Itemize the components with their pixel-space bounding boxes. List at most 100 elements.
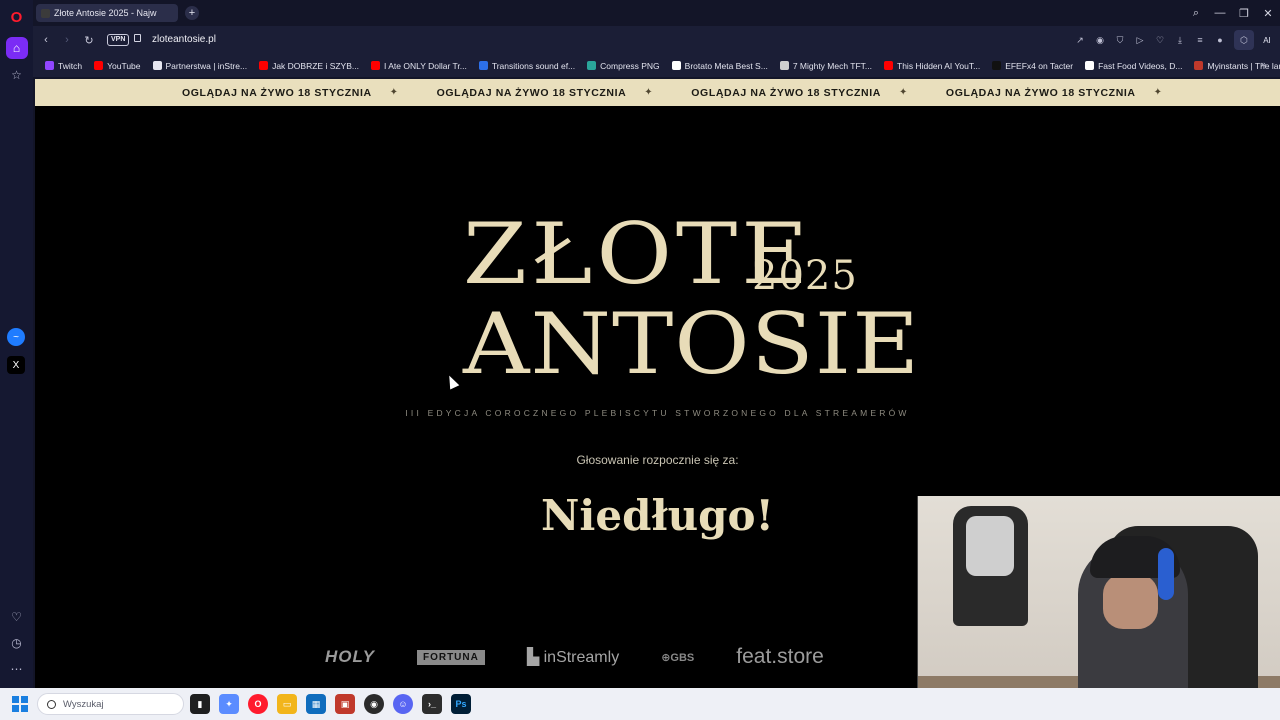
- bookmark-item[interactable]: Myinstants | The lar...: [1194, 61, 1280, 71]
- download-icon[interactable]: ⤓: [1170, 30, 1190, 50]
- photoshop-icon[interactable]: Ps: [451, 694, 471, 714]
- webcam-overlay: [917, 496, 1280, 720]
- sponsor-gbs-logo[interactable]: ⊕GBS: [661, 651, 694, 664]
- address-input[interactable]: zloteantosie.pl: [152, 34, 216, 45]
- heart-icon[interactable]: ♡: [6, 606, 28, 628]
- myinstants-icon: [1194, 61, 1204, 70]
- taskbar-apps: ▮ ✦ O ▭ ▦ ▣ ◉ ☺ ›_ Ps: [190, 693, 471, 715]
- compress-png-icon: [587, 61, 597, 70]
- lock-icon[interactable]: [134, 34, 141, 42]
- minimize-icon[interactable]: —: [1208, 0, 1232, 26]
- bookmark-label: Jak DOBRZE i SZYB...: [272, 60, 359, 71]
- vpn-badge[interactable]: VPN: [107, 34, 130, 46]
- obs-icon[interactable]: ◉: [364, 694, 384, 714]
- messenger-icon[interactable]: ~: [7, 328, 25, 346]
- close-icon[interactable]: ✕: [1256, 0, 1280, 26]
- ticker-item: OGLĄDAJ NA ŻYWO 18 STYCZNIA ✦: [946, 87, 1201, 99]
- search-tabs-icon[interactable]: ⌕: [1184, 0, 1208, 26]
- extension-icon[interactable]: ⬡: [1234, 30, 1254, 50]
- bookmark-label: Twitch: [58, 60, 83, 71]
- reload-icon[interactable]: ↻: [81, 32, 97, 48]
- app-icon[interactable]: ▣: [335, 694, 355, 714]
- tacter-icon: [992, 61, 1002, 70]
- bookmark-item[interactable]: Partnerstwa | inStre...: [152, 61, 247, 71]
- windows-start-icon[interactable]: [12, 696, 28, 712]
- copilot-icon[interactable]: ✦: [219, 694, 239, 714]
- ticker-item: OGLĄDAJ NA ŻYWO 18 STYCZNIA ✦: [691, 87, 946, 99]
- microsoft-store-icon[interactable]: ▦: [306, 694, 326, 714]
- event-logo: ZŁOTE 2025 ANTOSIE: [455, 212, 919, 392]
- sparkle-icon: ✦: [898, 87, 908, 98]
- ticker-text: OGLĄDAJ NA ŻYWO 18 STYCZNIA: [182, 86, 372, 99]
- sponsor-featstore-logo[interactable]: feat.store: [736, 645, 824, 669]
- youtube-icon: [94, 61, 104, 70]
- bookmark-item[interactable]: Jak DOBRZE i SZYB...: [259, 61, 359, 71]
- shield-icon[interactable]: ⛉: [1110, 30, 1130, 50]
- bookmark-label: Fast Food Videos, D...: [1098, 60, 1183, 71]
- webcam-face: [1103, 574, 1158, 629]
- bookmark-item[interactable]: I Ate ONLY Dollar Tr...: [370, 61, 467, 71]
- event-subtitle: III EDYCJA COROCZNEGO PLEBISCYTU STWORZO…: [405, 408, 910, 418]
- brotato-icon: [671, 61, 681, 70]
- bookmark-label: EFEFx4 on Tacter: [1005, 60, 1074, 71]
- page-icon: [152, 61, 162, 70]
- search-placeholder: Wyszukaj: [63, 698, 104, 710]
- aria-ai-button[interactable]: AI: [1254, 30, 1280, 50]
- player-icon[interactable]: ▷: [1130, 30, 1150, 50]
- ticker-text: OGLĄDAJ NA ŻYWO 18 STYCZNIA: [945, 86, 1136, 99]
- forward-icon[interactable]: ›: [59, 32, 75, 48]
- tft-icon: [779, 61, 789, 70]
- youtube-icon: [259, 61, 269, 70]
- history-icon[interactable]: ◷: [6, 632, 28, 654]
- bookmark-item[interactable]: Compress PNG: [587, 61, 660, 71]
- bookmark-item[interactable]: YouTube: [94, 61, 141, 71]
- bookmark-item[interactable]: This Hidden AI YouT...: [884, 61, 980, 71]
- youtube-icon: [370, 61, 380, 70]
- sponsor-fortuna-logo[interactable]: FORTUNA: [416, 649, 485, 665]
- tab-title: Złote Antosie 2025 - Najw: [54, 8, 157, 18]
- task-view-icon[interactable]: ▮: [190, 694, 210, 714]
- discord-icon[interactable]: ☺: [393, 694, 413, 714]
- twitch-icon: [45, 61, 54, 70]
- sponsor-holy-logo[interactable]: HOLY: [325, 647, 375, 667]
- home-icon[interactable]: ⌂: [5, 37, 28, 59]
- profile-icon[interactable]: ●: [1210, 30, 1230, 50]
- share-icon[interactable]: ↗: [1070, 30, 1090, 50]
- ticker-text: OGLĄDAJ NA ŻYWO 18 STYCZNIA: [436, 86, 627, 99]
- sparkle-icon: ✦: [389, 87, 399, 98]
- bookmark-label: Transitions sound ef...: [491, 60, 576, 71]
- logo-line2: ANTOSIE: [463, 294, 921, 394]
- heart-icon[interactable]: ♡: [1150, 30, 1170, 50]
- more-icon[interactable]: ⋯: [6, 658, 28, 680]
- restore-icon[interactable]: ❐: [1232, 0, 1256, 26]
- ai-label: AI: [1263, 35, 1271, 45]
- bookmarks-bar: Twitch YouTube Partnerstwa | inStre... J…: [33, 54, 1280, 77]
- bookmarks-overflow-icon[interactable]: »: [1261, 59, 1266, 69]
- new-tab-button[interactable]: +: [185, 6, 199, 20]
- file-explorer-icon[interactable]: ▭: [277, 694, 297, 714]
- menu-icon[interactable]: ≡: [1190, 30, 1210, 50]
- bookmark-item[interactable]: Fast Food Videos, D...: [1085, 61, 1182, 71]
- taskbar-search-input[interactable]: Wyszukaj: [37, 693, 184, 715]
- camera-icon[interactable]: ◉: [1090, 30, 1110, 50]
- bookmark-item[interactable]: 7 Mighty Mech TFT...: [779, 61, 872, 71]
- bookmark-item[interactable]: Twitch: [45, 61, 82, 71]
- tab-active[interactable]: Złote Antosie 2025 - Najw: [36, 4, 178, 22]
- x-icon[interactable]: X: [7, 356, 25, 374]
- ticker-item: OGLĄDAJ NA ŻYWO 18 STYCZNIA ✦: [437, 87, 692, 99]
- bookmark-item[interactable]: Brotato Meta Best S...: [671, 61, 768, 71]
- fast-food-icon: [1085, 61, 1095, 70]
- opera-sidebar: O ⌂ ☆ ~ X ♡ ◷ ⋯: [0, 0, 33, 688]
- sponsor-instreamly-logo[interactable]: ▙ inStreamly: [527, 647, 619, 667]
- opera-logo-icon[interactable]: O: [6, 6, 28, 28]
- back-icon[interactable]: ‹: [38, 32, 54, 48]
- headset-icon: [1158, 548, 1174, 600]
- logo-year: 2025: [752, 253, 858, 299]
- bookmark-item[interactable]: EFEFx4 on Tacter: [992, 61, 1073, 71]
- bookmark-item[interactable]: Transitions sound ef...: [478, 60, 576, 71]
- window-controls: ⌕ — ❐ ✕: [1184, 0, 1280, 26]
- opera-taskbar-icon[interactable]: O: [248, 694, 268, 714]
- youtube-icon: [884, 61, 894, 70]
- terminal-icon[interactable]: ›_: [422, 694, 442, 714]
- star-icon[interactable]: ☆: [6, 64, 28, 86]
